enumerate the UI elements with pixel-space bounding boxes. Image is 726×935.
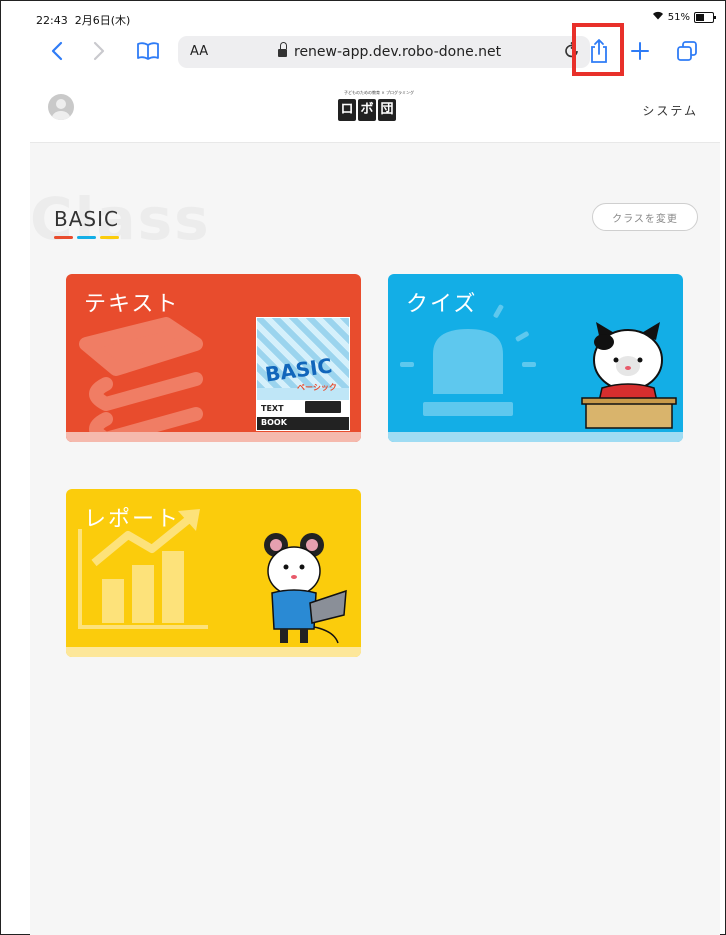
text-card-shadow — [66, 432, 361, 442]
underline-red — [54, 236, 73, 239]
underline-yellow — [100, 236, 119, 239]
site-logo[interactable]: 子どものための教育 × プログラミング ロボ団 — [334, 90, 424, 128]
text-card-label: テキスト — [84, 292, 180, 317]
textbook-footer-book: BOOK — [261, 418, 287, 427]
quiz-card[interactable]: クイズ — [388, 274, 683, 442]
text-size-button[interactable]: AA — [190, 44, 208, 59]
textbook-footer: TEXT BOOK — [257, 400, 349, 430]
forward-icon[interactable] — [88, 36, 110, 66]
url-text[interactable]: renew-app.dev.robo-done.net — [294, 44, 501, 60]
textbook-subtitle: ベーシック — [297, 383, 337, 392]
textbook-footer-text: TEXT — [261, 404, 284, 413]
logo-char-3: 団 — [378, 99, 396, 121]
textbook-logo — [305, 401, 341, 413]
quiz-card-shadow — [388, 432, 683, 442]
share-button-highlight — [572, 23, 624, 76]
class-name: BASIC — [54, 207, 119, 231]
report-card-label: レポート — [84, 507, 181, 532]
class-name-underline — [54, 236, 119, 239]
logo-tagline: 子どものための教育 × プログラミング — [344, 90, 414, 95]
change-class-button[interactable]: クラスを変更 — [592, 203, 698, 231]
report-card-shadow — [66, 647, 361, 657]
site-header: 子どものための教育 × プログラミング ロボ団 システム — [30, 80, 720, 143]
mouse-mascot-illustration — [264, 533, 347, 644]
lock-icon — [278, 42, 287, 57]
wifi-icon — [652, 11, 664, 23]
battery-icon — [694, 11, 716, 23]
cat-mascot-illustration — [581, 322, 677, 429]
status-indicators: 51% — [652, 11, 716, 23]
logo-mark: ロボ団 — [338, 99, 396, 121]
back-icon[interactable] — [46, 36, 68, 66]
battery-percent: 51% — [667, 11, 690, 23]
textbook-cover: BASIC ベーシック TEXT BOOK — [256, 317, 350, 431]
tabs-overview-icon[interactable] — [674, 36, 700, 66]
main-content: Class BASIC クラスを変更 テキスト BASIC ベーシック TEXT… — [30, 143, 720, 935]
address-bar[interactable]: AA renew-app.dev.robo-done.net — [178, 36, 590, 68]
underline-blue — [77, 236, 96, 239]
quiz-card-label: クイズ — [406, 292, 478, 317]
report-card[interactable]: レポート — [66, 489, 361, 657]
new-tab-icon[interactable] — [628, 36, 652, 66]
system-menu-link[interactable]: システム — [642, 102, 698, 119]
logo-char-2: ボ — [358, 99, 376, 121]
status-time: 22:43 2月6日(木) — [36, 14, 131, 27]
text-card[interactable]: テキスト BASIC ベーシック TEXT BOOK — [66, 274, 361, 442]
logo-char-1: ロ — [338, 99, 356, 121]
bookmarks-icon[interactable] — [134, 36, 162, 66]
avatar[interactable] — [48, 94, 74, 120]
